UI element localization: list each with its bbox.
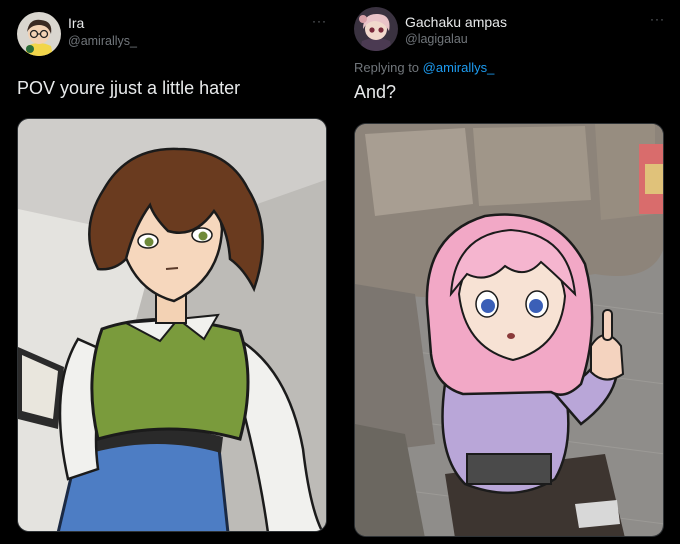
- replying-to-prefix: Replying to: [354, 60, 423, 75]
- tweet-text: POV youre jjust a little hater: [17, 78, 241, 98]
- tweet-media[interactable]: [354, 123, 664, 537]
- more-options-icon[interactable]: ···: [650, 12, 665, 26]
- drawn-character-photo-icon: [355, 124, 663, 536]
- author-handle[interactable]: @amirallys_: [68, 34, 137, 48]
- avatar-anime-icon: [354, 7, 398, 51]
- drawn-character-photo-icon: [18, 119, 326, 531]
- tweet-media[interactable]: [17, 118, 327, 532]
- replying-to: Replying to @amirallys_: [354, 60, 494, 75]
- tweet-left: Ira @amirallys_ ··· POV youre jjust a li…: [0, 0, 340, 544]
- author-name[interactable]: Ira: [68, 15, 84, 31]
- replying-to-handle[interactable]: @amirallys_: [423, 60, 495, 75]
- author-avatar[interactable]: [17, 12, 61, 56]
- tweet-text: And?: [354, 82, 397, 102]
- author-handle[interactable]: @lagigalau: [405, 32, 468, 46]
- author-name[interactable]: Gachaku ampas: [405, 14, 507, 30]
- avatar-glasses-icon: [17, 12, 61, 56]
- author-avatar[interactable]: [354, 7, 398, 51]
- more-options-icon[interactable]: ···: [312, 14, 327, 28]
- tweet-right: Gachaku ampas @lagigalau ··· Replying to…: [340, 0, 680, 544]
